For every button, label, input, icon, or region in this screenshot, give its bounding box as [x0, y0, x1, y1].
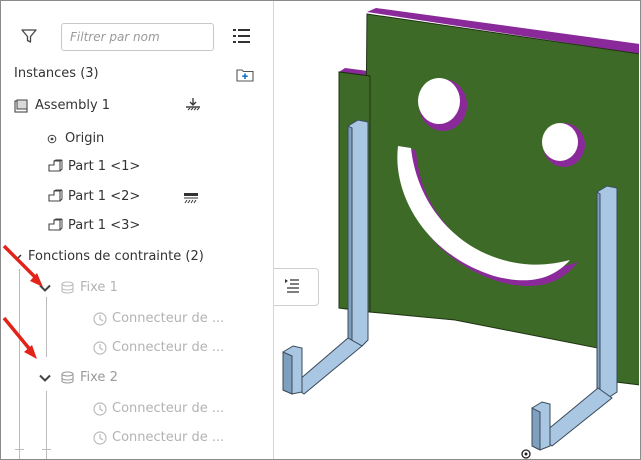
- right-bracket-foot: [539, 387, 613, 447]
- constraints-header[interactable]: Fonctions de contrainte (2): [12, 249, 204, 264]
- chevron-down-icon[interactable]: [39, 284, 51, 292]
- part-icon: [47, 159, 63, 174]
- right-bracket-tab-side: [531, 407, 541, 451]
- chevron-down-icon[interactable]: [12, 253, 22, 261]
- list-view-icon[interactable]: [233, 29, 251, 43]
- left-bracket-tab-side: [282, 351, 293, 395]
- constraints-header-label: Fonctions de contrainte (2): [28, 249, 204, 264]
- assembly-3d-view: [282, 8, 639, 459]
- instance-item-origin[interactable]: Origin: [47, 131, 104, 146]
- connector-label: Connecteur de ...: [112, 311, 225, 326]
- constraint-group-fixe1[interactable]: Fixe 1: [39, 280, 118, 295]
- part-icon: [47, 218, 63, 233]
- instance-label: Part 1 <1>: [68, 159, 141, 174]
- assembly-icon: [14, 99, 29, 113]
- mate-connector-icon: [93, 401, 107, 416]
- origin-icon: [47, 134, 57, 144]
- part-icon: [47, 189, 63, 204]
- mate-connector-icon: [93, 340, 107, 355]
- fixed-icon: [183, 192, 199, 204]
- instances-header-label: Instances (3): [14, 66, 99, 81]
- connector-label: Connecteur de ...: [112, 430, 225, 445]
- new-folder-icon[interactable]: [236, 68, 254, 82]
- connector-item[interactable]: Connecteur de ...: [93, 340, 224, 355]
- tree-guide-line: [19, 269, 20, 459]
- instance-item-part1-1[interactable]: Part 1 <1>: [47, 159, 140, 174]
- graphics-viewport[interactable]: [274, 1, 639, 459]
- green-panel: [338, 13, 639, 386]
- connector-item[interactable]: Connecteur de ...: [93, 401, 224, 416]
- chevron-down-icon[interactable]: [39, 374, 51, 382]
- tree-guide-tick: [15, 449, 24, 450]
- instance-item-part1-3[interactable]: Part 1 <3>: [47, 218, 140, 233]
- instance-label: Part 1 <3>: [68, 218, 141, 233]
- ground-icon: [185, 97, 201, 115]
- mate-features-tab[interactable]: [274, 268, 319, 306]
- origin-marker-dot: [524, 452, 528, 456]
- connector-item[interactable]: Connecteur de ...: [93, 311, 224, 326]
- left-bracket-upright-side: [347, 125, 353, 344]
- constraint-group-label: Fixe 1: [80, 280, 118, 295]
- constraint-group-label: Fixe 2: [80, 370, 118, 385]
- instance-label: Part 1 <2>: [68, 189, 141, 204]
- list-indent-icon: [284, 278, 300, 294]
- instances-header: Instances (3): [14, 66, 99, 81]
- tree-guide-tick: [42, 449, 51, 450]
- instance-item-assembly[interactable]: Assembly 1: [14, 98, 110, 113]
- mate-connector-icon: [93, 311, 107, 326]
- instance-label: Origin: [65, 131, 105, 146]
- instance-item-part1-2[interactable]: Part 1 <2>: [47, 189, 140, 204]
- mate-connector-icon: [93, 430, 107, 445]
- connector-label: Connecteur de ...: [112, 340, 225, 355]
- fastened-mate-icon: [61, 370, 74, 385]
- connector-label: Connecteur de ...: [112, 401, 225, 416]
- tree-guide-line: [46, 297, 47, 357]
- left-eye-hole: [418, 78, 460, 124]
- fastened-mate-icon: [61, 280, 74, 295]
- right-eye-hole: [542, 123, 578, 161]
- right-bracket-upright-side: [596, 191, 601, 395]
- instance-label: Assembly 1: [35, 98, 111, 113]
- feature-list-panel: Instances (3) Assembly 1 Origin Part 1 <…: [1, 1, 274, 459]
- filter-input[interactable]: [61, 23, 214, 51]
- filter-icon[interactable]: [21, 28, 37, 44]
- connector-item[interactable]: Connecteur de ...: [93, 430, 224, 445]
- constraint-group-fixe2[interactable]: Fixe 2: [39, 370, 118, 385]
